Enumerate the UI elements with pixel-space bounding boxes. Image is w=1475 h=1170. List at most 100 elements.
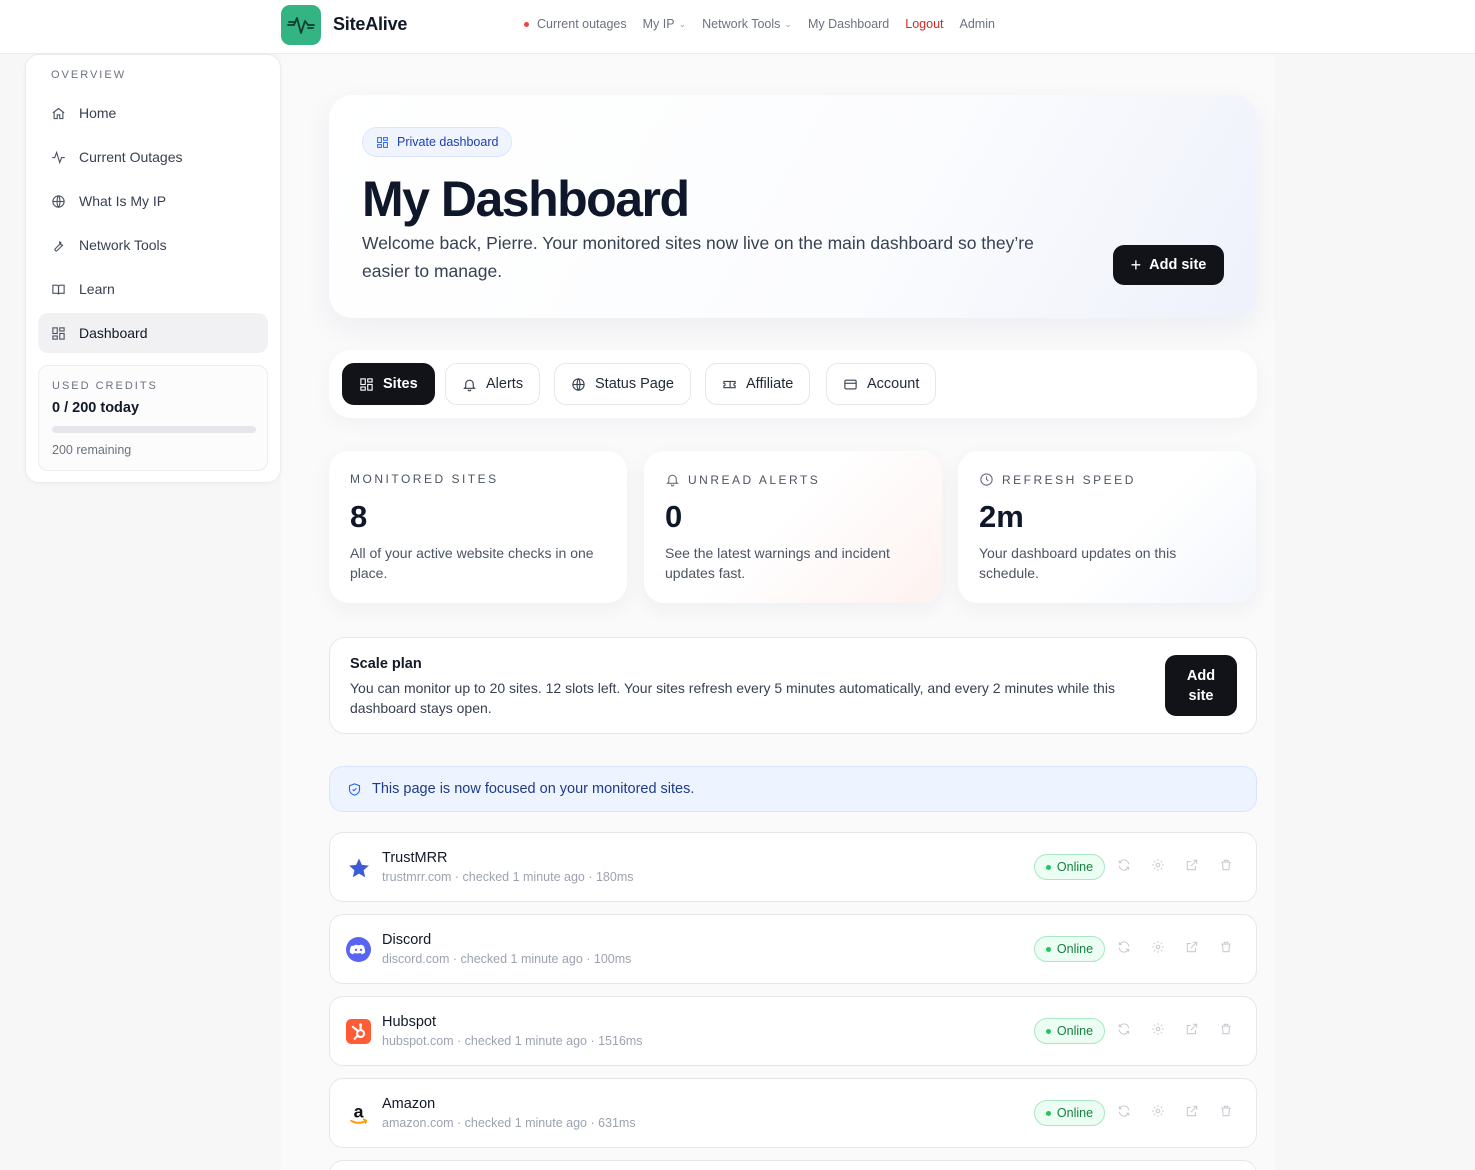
sidebar-item-current-outages[interactable]: Current Outages [38,137,268,177]
status-badge: Online [1034,854,1105,880]
bell-icon [666,474,679,487]
credits-remaining: 200 remaining [52,443,132,457]
gear-icon[interactable] [1151,940,1165,954]
external-link-icon[interactable] [1185,940,1199,954]
status-dot-icon [1045,864,1051,870]
site-row[interactable] [329,1160,1257,1170]
stat-monitored-sites: MONITORED SITES 8 All of your active web… [329,451,627,603]
bell-icon [463,379,476,391]
gear-icon[interactable] [1151,1104,1165,1118]
site-meta: hubspot.com · checked 1 minute ago · 151… [382,1034,643,1048]
refresh-icon[interactable] [1117,940,1131,954]
tab-status-page[interactable]: Status Page [554,363,691,405]
refresh-icon[interactable] [1117,1022,1131,1036]
hero-card: Private dashboard My Dashboard Welcome b… [329,95,1257,318]
amazon-icon: a [346,1101,371,1126]
plan-description: You can monitor up to 20 sites. 12 slots… [350,680,1115,716]
gear-icon[interactable] [1151,1022,1165,1036]
plan-title: Scale plan [350,656,422,672]
sidebar-item-network-tools[interactable]: Network Tools [38,225,268,265]
tab-account[interactable]: Account [826,363,937,405]
top-bar: SiteAlive Current outages My IP ⌄ Network… [0,0,1475,54]
book-icon [52,284,65,295]
status-badge: Online [1034,1018,1105,1044]
external-link-icon[interactable] [1185,858,1199,872]
stat-label: UNREAD ALERTS [665,472,820,487]
stat-description: Your dashboard updates on this schedule. [979,545,1177,581]
credits-panel: USED CREDITS 0 / 200 today 200 remaining [38,365,268,471]
sidebar-item-home[interactable]: Home [38,93,268,133]
sidebar-item-label: Network Tools [79,237,167,253]
status-dot-icon [1045,946,1051,952]
page-title: My Dashboard [362,171,690,227]
globe-icon [572,377,585,391]
site-name[interactable]: TrustMRR [382,850,448,866]
sidebar: OVERVIEW Home Current Outages What Is My… [25,54,281,483]
stat-value: 2m [979,499,1024,534]
trash-icon[interactable] [1219,1104,1233,1118]
stat-label: REFRESH SPEED [979,472,1136,487]
trash-icon[interactable] [1219,940,1233,954]
brand-name[interactable]: SiteAlive [333,14,407,35]
nav-current-outages[interactable]: Current outages [524,17,627,31]
status-badge: Online [1034,1100,1105,1126]
tab-sites[interactable]: Sites [342,363,435,405]
stat-refresh-speed: REFRESH SPEED 2m Your dashboard updates … [958,451,1256,603]
sidebar-item-label: Dashboard [79,325,148,341]
page-subtitle: Welcome back, Pierre. Your monitored sit… [362,233,1034,281]
nav-my-dashboard[interactable]: My Dashboard [808,17,889,31]
sidebar-item-learn[interactable]: Learn [38,269,268,309]
site-row[interactable]: Discord discord.com · checked 1 minute a… [329,914,1257,984]
tab-bar: Sites Alerts Status Page Affiliate Accou… [329,350,1257,418]
site-row[interactable]: a Amazon amazon.com · checked 1 minute a… [329,1078,1257,1148]
gear-icon[interactable] [1151,858,1165,872]
site-actions [1117,1022,1233,1036]
site-actions [1117,940,1233,954]
grid-icon [360,377,373,391]
site-name[interactable]: Discord [382,932,431,948]
globe-icon [52,194,65,208]
credits-progress-bar [52,426,256,433]
sidebar-item-label: Home [79,105,117,121]
nav-admin[interactable]: Admin [960,17,995,31]
site-name[interactable]: Hubspot [382,1014,436,1030]
private-dashboard-pill: Private dashboard [362,127,513,157]
refresh-icon[interactable] [1117,1104,1131,1118]
sidebar-item-dashboard[interactable]: Dashboard [38,313,268,353]
sidebar-item-label: Current Outages [79,149,183,165]
trash-icon[interactable] [1219,1022,1233,1036]
external-link-icon[interactable] [1185,1022,1199,1036]
stat-unread-alerts: UNREAD ALERTS 0 See the latest warnings … [644,451,942,603]
stat-value: 0 [665,499,683,534]
trash-icon[interactable] [1219,858,1233,872]
sidebar-item-what-is-my-ip[interactable]: What Is My IP [38,181,268,221]
site-row[interactable]: TrustMRR trustmrr.com · checked 1 minute… [329,832,1257,902]
site-actions [1117,858,1233,872]
card-icon [844,379,857,389]
wrench-icon [54,240,64,251]
site-row[interactable]: Hubspot hubspot.com · checked 1 minute a… [329,996,1257,1066]
sidebar-item-label: What Is My IP [79,193,167,209]
refresh-icon[interactable] [1117,858,1131,872]
stat-description: All of your active website checks in one… [350,545,594,581]
hubspot-icon [346,1019,371,1044]
external-link-icon[interactable] [1185,1104,1199,1118]
tab-affiliate[interactable]: Affiliate [705,363,811,405]
clock-icon [980,473,993,486]
status-dot-icon [1045,1110,1051,1116]
plan-add-site-button[interactable]: Add site [1165,655,1237,716]
logo-icon[interactable] [281,5,321,45]
nav-network-tools[interactable]: Network Tools ⌄ [702,17,792,31]
nav-my-ip[interactable]: My IP ⌄ [643,17,687,31]
nav-logout[interactable]: Logout [905,17,943,31]
site-meta: trustmrr.com · checked 1 minute ago · 18… [382,870,634,884]
add-site-button[interactable]: + Add site [1113,245,1224,285]
tab-alerts[interactable]: Alerts [445,363,541,405]
site-meta: discord.com · checked 1 minute ago · 100… [382,952,632,966]
chevron-down-icon: ⌄ [784,18,792,29]
discord-icon [346,937,371,962]
credits-value: 0 / 200 today [52,400,140,416]
site-name[interactable]: Amazon [382,1096,435,1112]
info-banner: This page is now focused on your monitor… [329,766,1257,812]
stat-description: See the latest warnings and incident upd… [665,545,890,581]
